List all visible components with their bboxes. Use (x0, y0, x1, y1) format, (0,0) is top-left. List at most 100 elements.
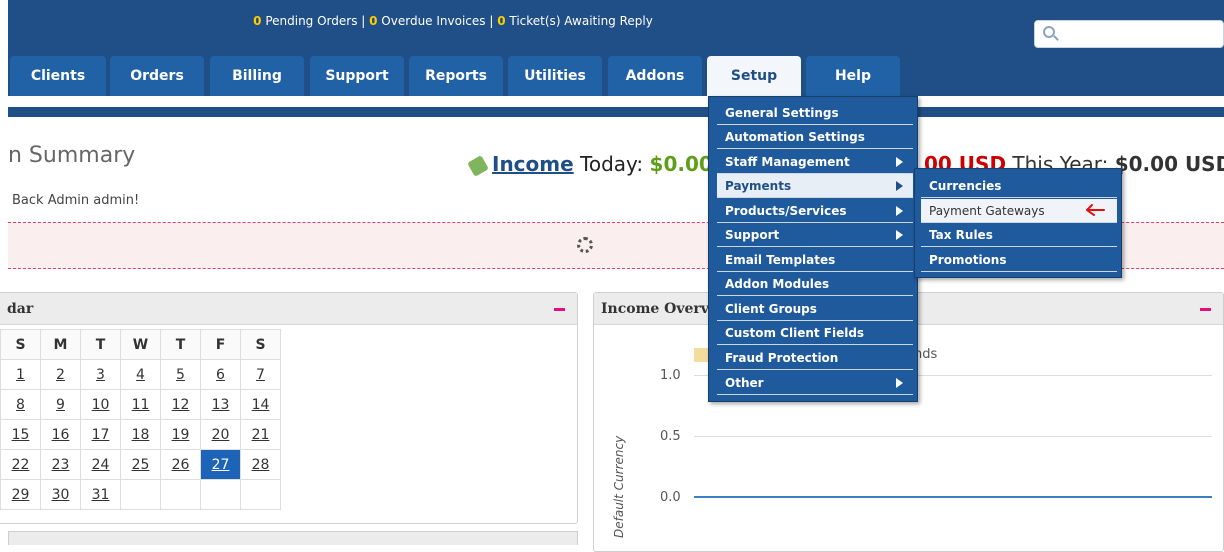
calendar-day[interactable]: 18 (120, 419, 161, 450)
tab-reports[interactable]: Reports (409, 56, 503, 96)
income-link[interactable]: Income (492, 152, 574, 176)
calendar-day[interactable]: 24 (80, 449, 121, 480)
calendar-day-link[interactable]: 4 (136, 367, 145, 383)
calendar-day[interactable]: 7 (240, 359, 281, 390)
calendar-day[interactable]: 23 (40, 449, 81, 480)
calendar-day-link[interactable]: 9 (56, 397, 65, 413)
calendar-day-link[interactable]: 2 (56, 367, 65, 383)
legend-swatch (694, 348, 708, 362)
calendar-day[interactable]: 10 (80, 389, 121, 420)
tab-help[interactable]: Help (806, 56, 900, 96)
calendar-day-link[interactable]: 30 (52, 487, 70, 503)
overdue-invoices-label[interactable]: Overdue Invoices | (377, 14, 497, 28)
calendar-day[interactable]: 9 (40, 389, 81, 420)
calendar-day[interactable]: 8 (0, 389, 41, 420)
pending-orders-count[interactable]: 0 (253, 14, 261, 28)
calendar-day-link[interactable]: 23 (52, 457, 70, 473)
calendar-day-link[interactable]: 19 (172, 427, 190, 443)
calendar-day[interactable]: 30 (40, 479, 81, 510)
calendar-day-link[interactable]: 12 (172, 397, 190, 413)
minimize-icon[interactable] (1200, 308, 1211, 311)
calendar-day[interactable]: 20 (200, 419, 241, 450)
calendar-day-link[interactable]: 6 (216, 367, 225, 383)
tickets-label[interactable]: Ticket(s) Awaiting Reply (506, 14, 652, 28)
calendar-day-link[interactable]: 21 (252, 427, 270, 443)
calendar-day-link[interactable]: 29 (12, 487, 30, 503)
calendar-day[interactable]: 5 (160, 359, 201, 390)
calendar-day[interactable]: 6 (200, 359, 241, 390)
submenu-item-tax-rules[interactable]: Tax Rules (921, 223, 1117, 247)
calendar-day-link[interactable]: 16 (52, 427, 70, 443)
calendar-week-row: 8 9 10 11 12 13 14 (0, 389, 281, 420)
menu-item-addon-modules[interactable]: Addon Modules (717, 272, 913, 296)
tab-clients[interactable]: Clients (10, 56, 106, 96)
calendar-day-link[interactable]: 28 (252, 457, 270, 473)
calendar-day-link[interactable]: 3 (96, 367, 105, 383)
submenu-item-currencies[interactable]: Currencies (921, 174, 1117, 198)
calendar-day[interactable]: 13 (200, 389, 241, 420)
calendar-day[interactable]: 26 (160, 449, 201, 480)
menu-item-payments[interactable]: Payments (717, 174, 913, 198)
calendar-day-link[interactable]: 26 (172, 457, 190, 473)
calendar-day-link[interactable]: 13 (212, 397, 230, 413)
menu-item-other[interactable]: Other (717, 371, 913, 395)
calendar-day-link[interactable]: 1 (16, 367, 25, 383)
calendar-day[interactable]: 11 (120, 389, 161, 420)
calendar-day[interactable]: 28 (240, 449, 281, 480)
calendar-day-link[interactable]: 17 (92, 427, 110, 443)
calendar-day-link[interactable]: 31 (92, 487, 110, 503)
calendar-day[interactable]: 14 (240, 389, 281, 420)
tab-orders[interactable]: Orders (110, 56, 204, 96)
calendar-day[interactable]: 3 (80, 359, 121, 390)
calendar-day-link[interactable]: 5 (176, 367, 185, 383)
calendar-day[interactable]: 22 (0, 449, 41, 480)
menu-item-staff-management[interactable]: Staff Management (717, 150, 913, 174)
calendar-day-link[interactable]: 22 (12, 457, 30, 473)
calendar-day[interactable]: 12 (160, 389, 201, 420)
calendar-day-link[interactable]: 11 (132, 397, 150, 413)
calendar-day-link[interactable]: 14 (252, 397, 270, 413)
menu-item-automation-settings[interactable]: Automation Settings (717, 125, 913, 149)
menu-item-fraud-protection[interactable]: Fraud Protection (717, 346, 913, 370)
calendar-day[interactable]: 16 (40, 419, 81, 450)
submenu-item-promotions[interactable]: Promotions (921, 248, 1117, 272)
menu-item-email-templates[interactable]: Email Templates (717, 248, 913, 272)
calendar-day[interactable]: 15 (0, 419, 41, 450)
calendar-day[interactable]: 29 (0, 479, 41, 510)
calendar-day-today[interactable]: 27 (200, 449, 241, 480)
minimize-icon[interactable] (554, 308, 565, 311)
tab-support[interactable]: Support (310, 56, 404, 96)
calendar-day[interactable]: 17 (80, 419, 121, 450)
calendar-day-link[interactable]: 8 (16, 397, 25, 413)
menu-item-client-groups[interactable]: Client Groups (717, 297, 913, 321)
tab-billing[interactable]: Billing (210, 56, 304, 96)
calendar-day-link[interactable]: 15 (12, 427, 30, 443)
calendar-day-link[interactable]: 10 (92, 397, 110, 413)
calendar-day[interactable]: 31 (80, 479, 121, 510)
calendar-day[interactable]: 1 (0, 359, 41, 390)
menu-item-label: Fraud Protection (725, 351, 839, 365)
pending-orders-label[interactable]: Pending Orders | (262, 14, 370, 28)
calendar-day-link[interactable]: 27 (212, 457, 230, 473)
menu-item-general-settings[interactable]: General Settings (717, 101, 913, 125)
menu-item-products-services[interactable]: Products/Services (717, 199, 913, 223)
menu-item-custom-client-fields[interactable]: Custom Client Fields (717, 321, 913, 345)
search-input[interactable] (1034, 20, 1224, 48)
calendar-day[interactable]: 19 (160, 419, 201, 450)
calendar-day[interactable]: 25 (120, 449, 161, 480)
tab-addons[interactable]: Addons (608, 56, 702, 96)
calendar-day-link[interactable]: 7 (256, 367, 265, 383)
tab-utilities[interactable]: Utilities (508, 56, 602, 96)
y-tick-label: 1.0 (660, 368, 681, 383)
calendar-day-link[interactable]: 24 (92, 457, 110, 473)
calendar-day-link[interactable]: 18 (132, 427, 150, 443)
calendar-day[interactable]: 21 (240, 419, 281, 450)
calendar-day[interactable]: 4 (120, 359, 161, 390)
menu-item-support[interactable]: Support (717, 223, 913, 247)
calendar-day-link[interactable]: 20 (212, 427, 230, 443)
tab-setup[interactable]: Setup (707, 56, 801, 96)
tickets-count[interactable]: 0 (497, 14, 505, 28)
calendar-day[interactable]: 2 (40, 359, 81, 390)
calendar-day-link[interactable]: 25 (132, 457, 150, 473)
setup-dropdown-menu: General Settings Automation Settings Sta… (708, 96, 918, 402)
